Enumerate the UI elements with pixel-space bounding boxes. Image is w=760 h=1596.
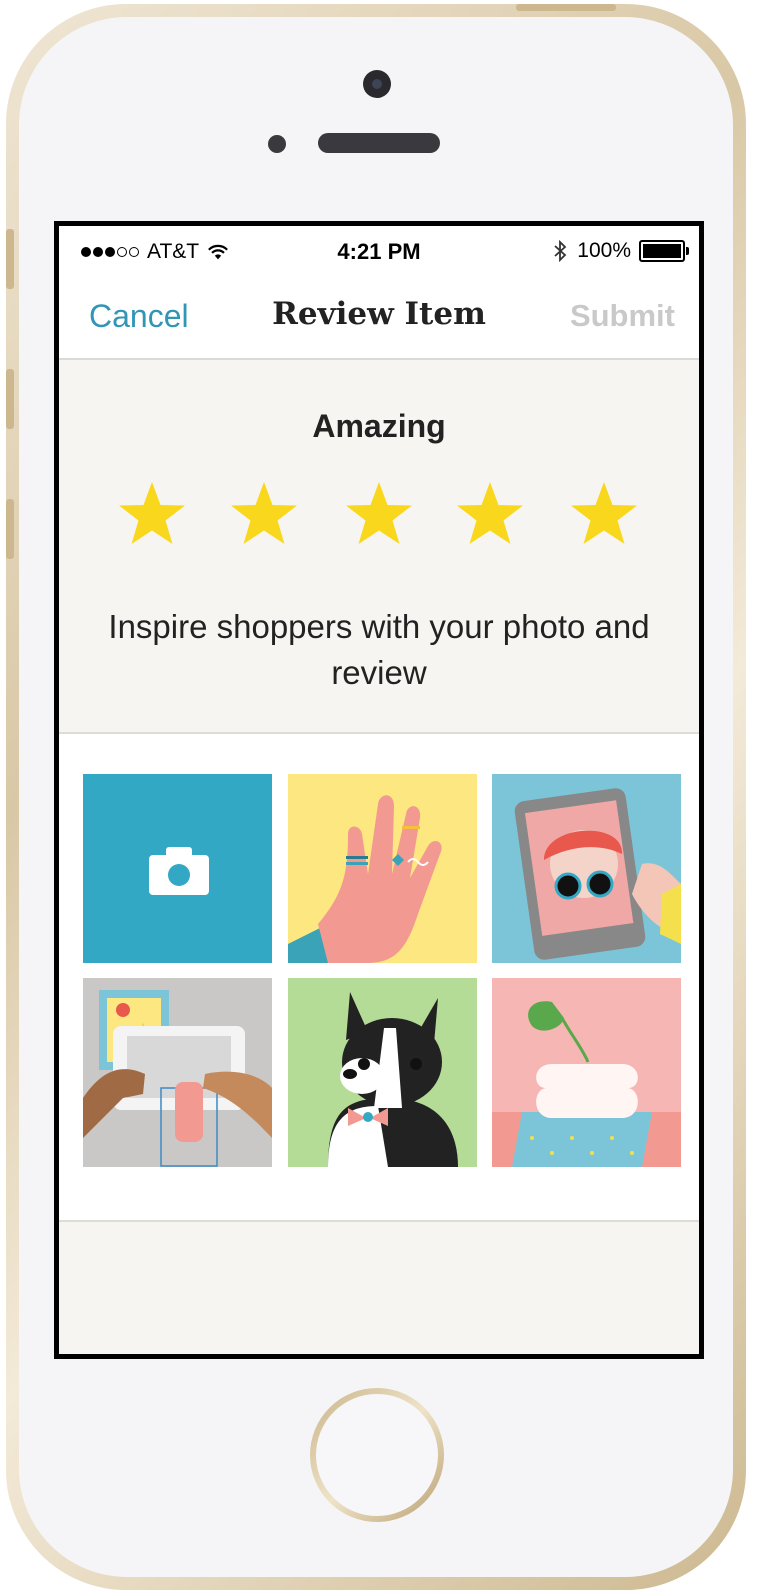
volume-up-button — [6, 369, 14, 429]
nav-bar: Cancel Review Item Submit — [59, 278, 699, 360]
home-button[interactable] — [310, 1388, 444, 1522]
hands-photo-illustration — [83, 990, 272, 1167]
submit-button[interactable]: Submit — [570, 298, 675, 334]
star-icon[interactable] — [569, 480, 639, 550]
volume-down-button — [6, 499, 14, 559]
screen: AT&T 4:21 PM 100% Cancel Review Item Sub… — [54, 221, 704, 1359]
rating-label: Amazing — [312, 408, 446, 444]
photo-grid — [59, 734, 699, 1222]
star-icon[interactable] — [344, 480, 414, 550]
add-photo-tile[interactable] — [83, 774, 272, 963]
front-camera — [363, 70, 391, 98]
hand-illustration — [288, 795, 442, 963]
review-prompt: Inspire shoppers with your photo and rev… — [108, 608, 650, 691]
star-icon[interactable] — [117, 480, 187, 550]
photo-tile-hands[interactable] — [83, 978, 272, 1167]
photo-tile-dog[interactable] — [288, 978, 477, 1167]
battery-icon — [639, 240, 689, 262]
camera-icon — [149, 847, 209, 895]
proximity-sensor — [268, 135, 286, 153]
empty-footer — [59, 1222, 699, 1354]
battery-percent: 100% — [577, 239, 631, 262]
earpiece-speaker — [318, 133, 440, 153]
rating-section: Amazing Inspire shoppers with your photo… — [59, 360, 699, 734]
vase-illustration — [492, 1001, 681, 1167]
status-right: 100% — [553, 239, 689, 263]
photo-tile-vase[interactable] — [492, 978, 681, 1167]
selfie-illustration — [514, 788, 681, 960]
star-icon[interactable] — [455, 480, 525, 550]
status-bar: AT&T 4:21 PM 100% — [59, 226, 699, 278]
star-rating — [59, 480, 699, 550]
mute-switch — [6, 229, 14, 289]
photo-tile-selfie[interactable] — [492, 774, 681, 963]
power-button — [516, 4, 616, 11]
bluetooth-icon — [554, 240, 567, 262]
dog-illustration — [328, 992, 458, 1167]
photo-tile-hand[interactable] — [288, 774, 477, 963]
star-icon[interactable] — [229, 480, 299, 550]
